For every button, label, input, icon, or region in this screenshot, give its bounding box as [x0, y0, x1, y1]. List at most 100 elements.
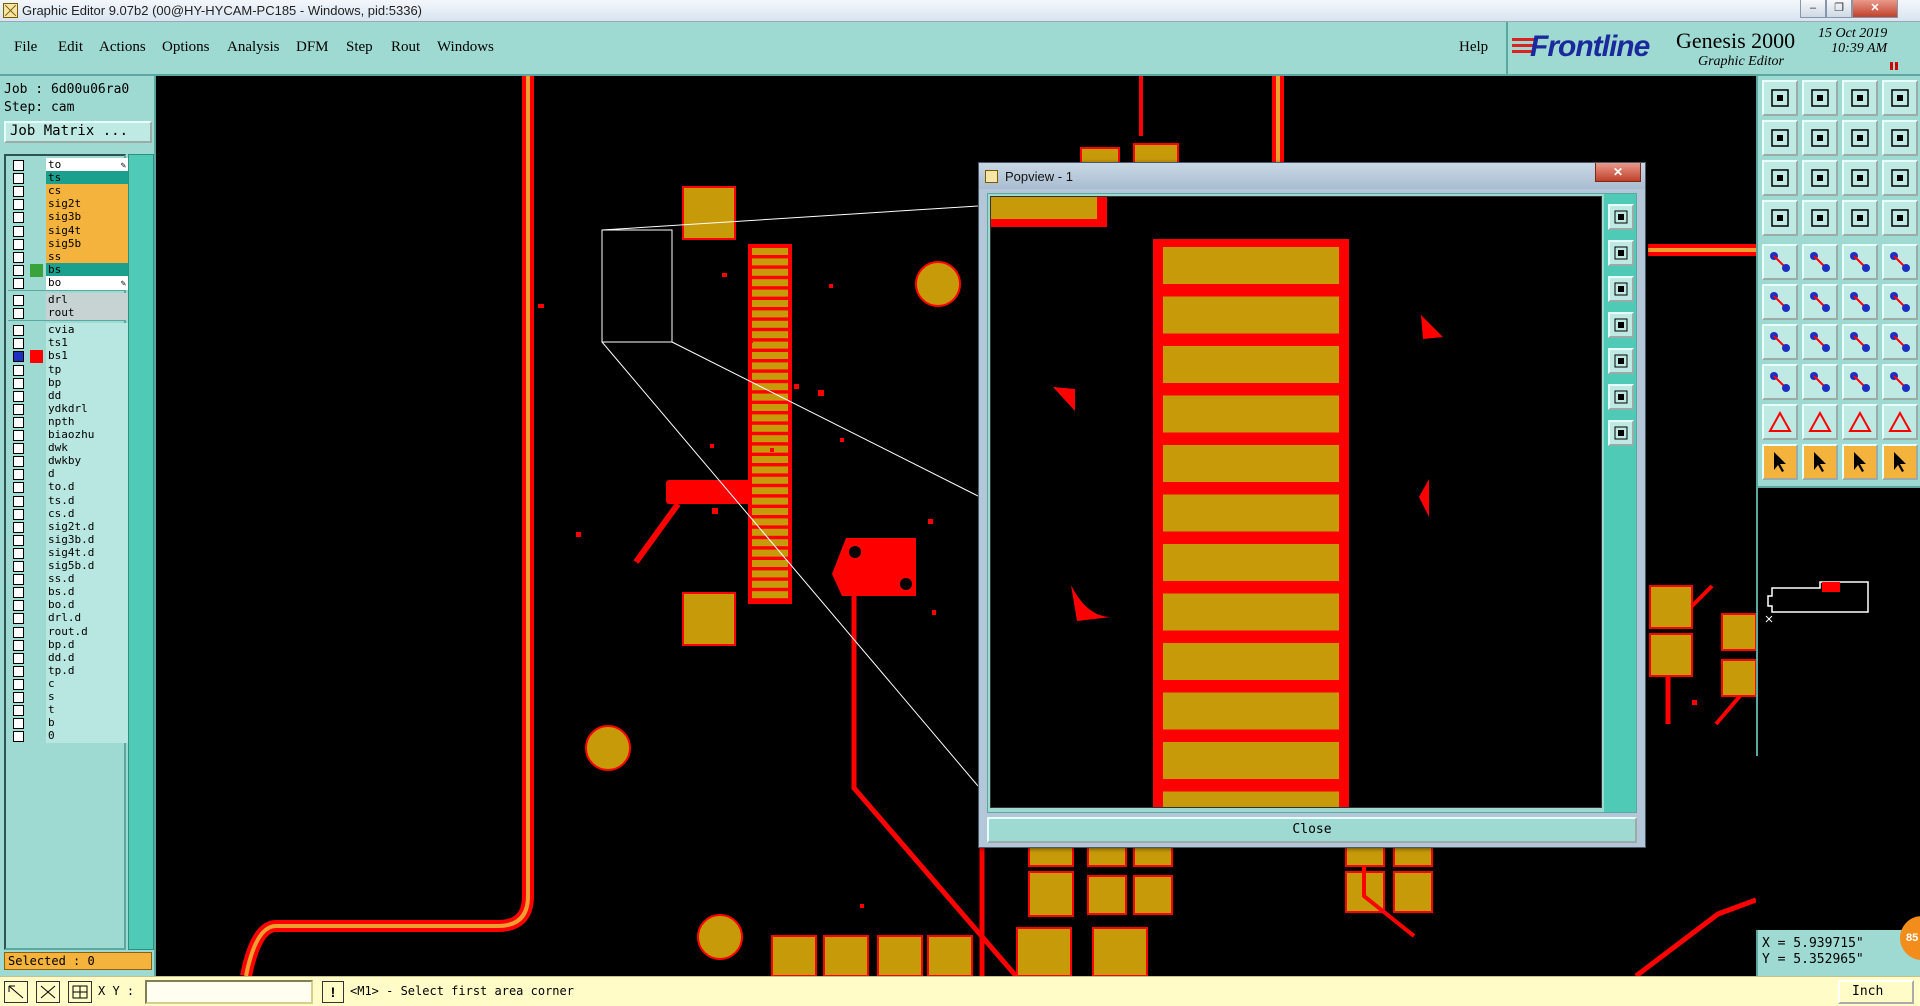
layer-checkbox[interactable] [13, 308, 24, 320]
menu-analysis[interactable]: Analysis [227, 39, 280, 56]
grid-icon[interactable] [1802, 200, 1838, 236]
menu-windows[interactable]: Windows [437, 39, 494, 56]
layer-name[interactable]: ss [46, 249, 130, 264]
dash-icon[interactable] [1802, 364, 1838, 400]
layer-checkbox[interactable] [13, 160, 24, 171]
zoom-out-icon[interactable] [1608, 276, 1634, 302]
popview-title-bar[interactable]: Popview - 1 ✕ [979, 163, 1645, 189]
layer-checkbox[interactable] [13, 173, 24, 185]
layer-name[interactable]: ss.d [46, 572, 130, 587]
layer-name[interactable]: tp [46, 362, 130, 377]
layer-name[interactable]: rout.d [46, 624, 130, 639]
layer-checkbox[interactable] [13, 390, 24, 402]
measure-icon[interactable] [36, 981, 60, 1003]
layer-name[interactable]: 0 [46, 729, 130, 744]
layer-list-scrollbar[interactable] [128, 154, 154, 950]
layer-name[interactable]: ts.d [46, 493, 130, 508]
ruler-icon[interactable] [1842, 244, 1878, 280]
layer-checkbox[interactable] [13, 338, 24, 350]
snap-right-icon[interactable] [1882, 200, 1918, 236]
layer-checkbox[interactable] [13, 212, 24, 224]
layer-checkbox[interactable] [13, 403, 24, 415]
layer-checkbox[interactable] [13, 587, 24, 599]
layer-checkbox[interactable] [13, 199, 24, 211]
layer-name[interactable]: s [46, 690, 130, 704]
record-icon[interactable] [1882, 244, 1918, 280]
pan-left-icon[interactable] [1608, 312, 1634, 338]
menu-file[interactable]: File [14, 39, 37, 56]
layer-name[interactable]: cs [46, 184, 130, 199]
pointer-move-icon[interactable] [1842, 444, 1878, 480]
pad-icon[interactable] [1762, 364, 1798, 400]
zoom-center-icon[interactable] [1608, 420, 1634, 446]
split-icon[interactable] [1882, 284, 1918, 320]
triangle-c-icon[interactable] [1882, 404, 1918, 440]
close-window-button[interactable]: ✕ [1852, 0, 1898, 18]
layer-checkbox[interactable] [13, 377, 24, 389]
zoom-home-icon[interactable] [1608, 240, 1634, 266]
layer-checkbox[interactable] [13, 600, 24, 612]
center-icon[interactable] [1802, 160, 1838, 196]
select-area-icon[interactable] [1802, 244, 1838, 280]
layer-checkbox[interactable] [13, 225, 24, 237]
layer-checkbox[interactable] [13, 495, 24, 507]
layer-checkbox[interactable] [13, 547, 24, 559]
layer-row[interactable]: 0 [8, 729, 130, 744]
save-icon[interactable] [1802, 80, 1838, 116]
layer-checkbox[interactable] [13, 251, 24, 263]
layer-checkbox[interactable] [13, 613, 24, 625]
menu-dfm[interactable]: DFM [296, 39, 329, 56]
popview-close-button[interactable]: Close [987, 817, 1637, 843]
filter-icon[interactable] [1762, 200, 1798, 236]
layer-checkbox[interactable] [13, 238, 24, 250]
zoom-area-icon[interactable] [1608, 384, 1634, 410]
fit-all-icon[interactable] [1762, 160, 1798, 196]
layer-checkbox[interactable] [13, 295, 24, 306]
pointer-icon[interactable] [1762, 444, 1798, 480]
layer-name[interactable]: sig5b.d [46, 559, 130, 573]
layer-checkbox[interactable] [13, 186, 24, 198]
triangle-icon[interactable] [1762, 404, 1798, 440]
layer-name[interactable]: rout [46, 306, 130, 321]
layer-name[interactable]: sig4t.d [46, 545, 130, 560]
zoom-window-icon[interactable] [4, 981, 28, 1003]
layer-name[interactable]: tp.d [46, 663, 130, 678]
layer-checkbox[interactable] [13, 692, 24, 703]
text-icon[interactable] [1882, 324, 1918, 360]
split-view-icon[interactable] [1882, 80, 1918, 116]
layer-checkbox[interactable] [13, 652, 24, 664]
layer-name[interactable]: dd.d [46, 650, 130, 665]
units-selector[interactable]: Inch [1838, 980, 1914, 1004]
layer-checkbox[interactable] [13, 574, 24, 586]
layer-checkbox[interactable] [13, 508, 24, 520]
layer-name[interactable]: bo.d [46, 598, 130, 613]
layer-checkbox[interactable] [13, 665, 24, 677]
layer-name[interactable]: cs.d [46, 506, 130, 521]
layer-name[interactable]: ts1 [46, 336, 130, 351]
layer-checkbox[interactable] [13, 718, 24, 730]
scale-icon[interactable] [1842, 160, 1878, 196]
help-icon[interactable] [1882, 160, 1918, 196]
job-matrix-button[interactable]: Job Matrix ... [4, 121, 152, 143]
layer-name[interactable]: bp [46, 375, 130, 390]
menu-options[interactable]: Options [162, 39, 210, 56]
line-icon[interactable] [1762, 324, 1798, 360]
layer-checkbox[interactable] [13, 416, 24, 428]
layer-checkbox[interactable] [13, 277, 24, 289]
snap-left-icon[interactable] [1842, 200, 1878, 236]
zoom-fit-icon[interactable] [1608, 204, 1634, 230]
popview-canvas[interactable] [990, 196, 1602, 808]
layer-name[interactable]: to ✎ [46, 158, 130, 172]
layer-name[interactable]: npth [46, 414, 130, 429]
layer-name[interactable]: ydkdrl [46, 401, 130, 416]
triangle-a-icon[interactable] [1802, 404, 1838, 440]
menu-help[interactable]: Help [1459, 39, 1488, 56]
connect-icon[interactable] [1762, 284, 1798, 320]
layer-name[interactable]: to.d [46, 480, 130, 495]
pointer-select-icon[interactable] [1802, 444, 1838, 480]
layer-checkbox[interactable] [13, 626, 24, 638]
layer-name[interactable]: b [46, 716, 130, 731]
layer-name[interactable]: sig4t [46, 223, 130, 238]
camera-icon[interactable] [1762, 244, 1798, 280]
grid-snap-icon[interactable] [68, 981, 92, 1003]
